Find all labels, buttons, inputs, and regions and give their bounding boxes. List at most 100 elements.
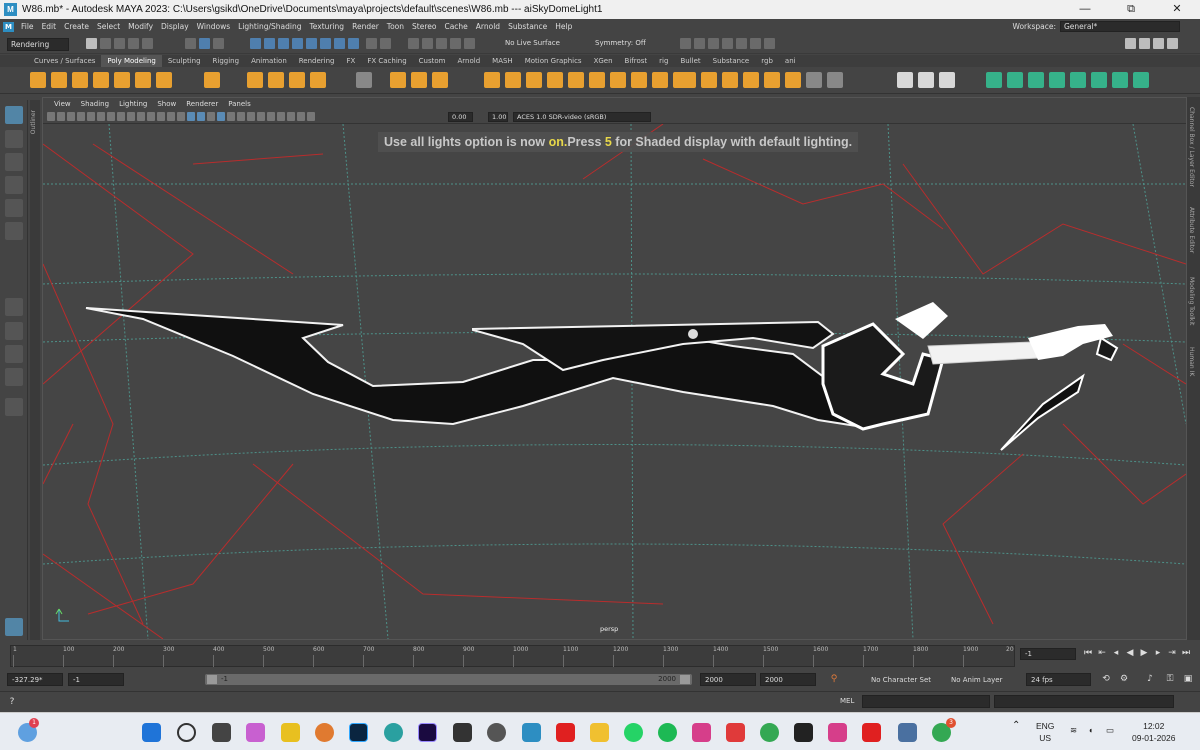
animation-preferences-icon[interactable]: ⚙ [1118,673,1130,685]
animation-start-field[interactable]: -327.29* [7,673,63,686]
youtube-icon[interactable] [556,723,575,742]
shelf-tab-rendering[interactable]: Rendering [293,55,341,67]
resolution-gate-icon[interactable] [127,112,135,121]
camera-attributes-icon[interactable] [57,112,65,121]
shelf-tab-custom[interactable]: Custom [413,55,452,67]
menu-modify[interactable]: Modify [124,22,157,31]
sword-model[interactable] [85,302,1119,451]
shelf-tab-ani[interactable]: ani [779,55,802,67]
panel-menu-lighting[interactable]: Lighting [114,100,152,108]
paint-select-tool-icon[interactable] [5,153,23,171]
menu-substance[interactable]: Substance [504,22,551,31]
construction-history-icon[interactable] [680,38,691,49]
outliner-side-tab[interactable]: Outliner [30,100,40,640]
time-slider[interactable]: 1 100 200 300 400 500 600 700 800 900 10… [10,645,1015,667]
sculpt-icon[interactable] [897,72,913,88]
poly-cone-icon[interactable] [93,72,109,88]
attribute-editor-icon[interactable] [1139,38,1150,49]
delete-edge-icon[interactable] [1070,72,1086,88]
mask-deformations-icon[interactable] [306,38,317,49]
panel-menu-renderer[interactable]: Renderer [181,100,223,108]
menu-create[interactable]: Create [60,22,93,31]
symmetry-select[interactable]: Symmetry: Off [595,39,646,47]
smooth-icon[interactable] [432,72,448,88]
shelf-tab-xgen[interactable]: XGen [588,55,619,67]
human-ik-tab[interactable]: Human IK [1188,347,1195,376]
shelf-tab-rig[interactable]: rig [653,55,674,67]
menu-stereo[interactable]: Stereo [408,22,440,31]
menu-toon[interactable]: Toon [383,22,408,31]
target-weld-icon[interactable] [631,72,647,88]
settings-icon[interactable]: ▣ [1182,673,1194,685]
shelf-tab-curves-surfaces[interactable]: Curves / Surfaces [28,55,101,67]
file-explorer-icon[interactable] [590,723,609,742]
mask-surfaces-icon[interactable] [292,38,303,49]
menu-select[interactable]: Select [93,22,124,31]
triangulate-icon[interactable] [764,72,780,88]
menu-cache[interactable]: Cache [440,22,471,31]
poly-cube-icon[interactable] [51,72,67,88]
mask-curves-icon[interactable] [278,38,289,49]
sound-icon[interactable]: ♪ [1144,673,1156,685]
move-tool-icon[interactable] [5,176,23,194]
tool-settings-icon[interactable] [1153,38,1164,49]
isolate-select-icon[interactable] [287,112,295,121]
poly-cylinder-icon[interactable] [72,72,88,88]
range-start-handle[interactable] [207,675,217,684]
reduce-icon[interactable] [701,72,717,88]
shelf-tab-arnold[interactable]: Arnold [452,55,487,67]
live-surface-label[interactable]: No Live Surface [505,39,560,47]
select-hierarchy-icon[interactable] [185,38,196,49]
poly-sphere-icon[interactable] [30,72,46,88]
wireframe-icon[interactable] [177,112,185,121]
redo-icon[interactable] [142,38,153,49]
shelf-tab-fx-caching[interactable]: FX Caching [361,55,412,67]
cleanup-icon[interactable] [743,72,759,88]
ipr-render-icon[interactable] [708,38,719,49]
svg-icon[interactable] [310,72,326,88]
youtube-2-icon[interactable] [862,723,881,742]
go-to-end-icon[interactable]: ⏭ [1180,647,1192,659]
screen-space-ao-icon[interactable] [247,112,255,121]
smooth-shade-icon[interactable] [187,112,195,121]
menu-render[interactable]: Render [348,22,383,31]
modeling-toolkit-icon[interactable] [1125,38,1136,49]
harden-edge-icon[interactable] [1091,72,1107,88]
chevron-up-icon[interactable]: ⌃ [1012,720,1020,732]
help-icon[interactable]: ? [6,696,18,708]
quadrangulate-icon[interactable] [785,72,801,88]
volume-icon[interactable]: ◖ [1088,724,1093,736]
exposure-field[interactable]: 0.00 [448,112,473,122]
xray-joints-icon[interactable] [307,112,315,121]
select-object-icon[interactable] [199,38,210,49]
play-backwards-icon[interactable]: ◀ [1124,647,1136,659]
select-component-icon[interactable] [213,38,224,49]
close-button[interactable]: ✕ [1154,0,1200,19]
mask-handles-icon[interactable] [250,38,261,49]
menu-lighting-shading[interactable]: Lighting/Shading [234,22,305,31]
render-view-icon[interactable] [750,38,761,49]
safe-action-icon[interactable] [157,112,165,121]
render-settings-icon[interactable] [722,38,733,49]
shelf-tab-sculpting[interactable]: Sculpting [162,55,207,67]
edge-icon[interactable] [384,723,403,742]
mel-label[interactable]: MEL [840,697,854,705]
playback-end-field[interactable]: 2000 [700,673,756,686]
connect-icon[interactable] [1049,72,1065,88]
play-forwards-icon[interactable]: ▶ [1138,647,1150,659]
shelf-tab-mash[interactable]: MASH [486,55,519,67]
workspace-select[interactable]: General* [1060,21,1180,32]
snap-live-icon[interactable] [464,38,475,49]
go-to-start-icon[interactable]: ⏮ [1082,647,1094,659]
loop-icon[interactable]: ⟲ [1100,673,1112,685]
hypershade-icon[interactable] [736,38,747,49]
soften-edge-icon[interactable] [1112,72,1128,88]
separate-icon[interactable] [411,72,427,88]
fps-select[interactable]: 24 fps [1026,673,1091,686]
shelf-tab-animation[interactable]: Animation [245,55,293,67]
panel-menu-show[interactable]: Show [152,100,181,108]
paint-icon[interactable] [918,72,934,88]
animation-end-field[interactable]: 2000 [760,673,816,686]
super-shape-icon[interactable] [247,72,263,88]
instagram-2-icon[interactable] [828,723,847,742]
